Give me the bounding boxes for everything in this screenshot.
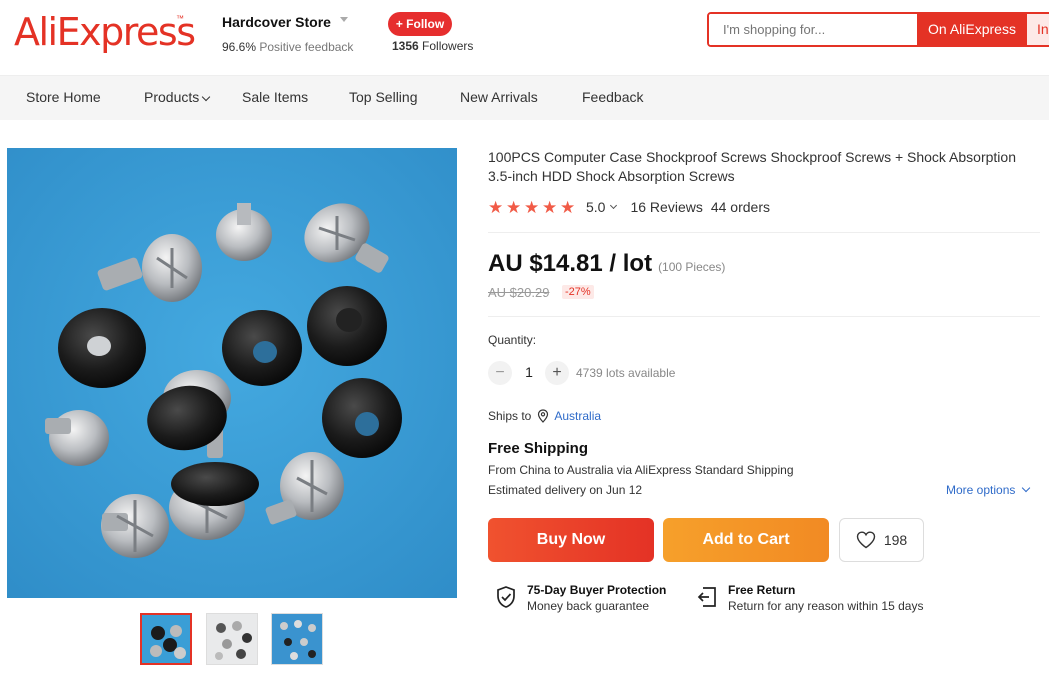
aliexpress-logo[interactable]: AliExpress	[14, 10, 196, 54]
nav-sale-items[interactable]: Sale Items	[242, 89, 308, 105]
divider	[488, 232, 1040, 233]
positive-feedback-label: Positive feedback	[259, 40, 354, 54]
search-input[interactable]	[709, 14, 917, 45]
ships-to-label: Ships to	[488, 409, 532, 423]
quantity-label: Quantity:	[488, 333, 537, 347]
buyer-protection-subtitle: Money back guarantee	[527, 599, 650, 613]
discount-badge: -27%	[562, 285, 594, 299]
thumbnail-1[interactable]	[140, 613, 192, 665]
followers-count: 1356	[392, 39, 419, 53]
quantity-decrease-button[interactable]: −	[488, 361, 512, 385]
followers: 1356 Followers	[392, 39, 473, 53]
star-icon: ★	[488, 197, 504, 217]
price-unit: (100 Pieces)	[658, 260, 726, 274]
quantity-increase-button[interactable]: +	[545, 361, 569, 385]
star-icon: ★	[506, 197, 522, 217]
free-return-title: Free Return	[728, 583, 796, 597]
star-icon: ★	[560, 197, 576, 217]
search-on-aliexpress-button[interactable]: On AliExpress	[917, 14, 1027, 45]
original-price: AU $20.29	[488, 285, 550, 300]
quantity-value[interactable]: 1	[522, 364, 536, 380]
thumbnail-2[interactable]	[206, 613, 258, 665]
buyer-protection-title: 75-Day Buyer Protection	[527, 583, 667, 597]
chevron-down-icon	[1022, 483, 1031, 493]
shield-check-icon	[497, 586, 515, 608]
search-bar: On AliExpress In	[707, 12, 1049, 47]
rating-row: ★ ★ ★ ★ ★ 5.0 16 Reviews 44 orders	[488, 198, 770, 216]
chevron-down-icon	[202, 92, 211, 102]
chevron-down-icon[interactable]	[610, 201, 618, 209]
follow-button[interactable]: + Follow	[388, 12, 452, 36]
free-return-subtitle: Return for any reason within 15 days	[728, 599, 924, 613]
buy-now-button[interactable]: Buy Now	[488, 518, 654, 562]
lots-available: 4739 lots available	[576, 366, 676, 380]
reviews-link[interactable]: 16 Reviews	[630, 199, 702, 215]
product-main-image[interactable]	[7, 148, 457, 598]
positive-feedback-pct: 96.6%	[222, 40, 257, 54]
star-icon: ★	[524, 197, 540, 217]
buyer-protection: 75-Day Buyer Protection Money back guara…	[494, 582, 666, 614]
trademark-symbol: ™	[176, 14, 184, 23]
search-in-store-button[interactable]: In	[1027, 14, 1049, 45]
return-icon	[697, 587, 716, 607]
star-rating: ★ ★ ★ ★ ★	[488, 199, 578, 216]
store-caret-icon[interactable]	[340, 17, 348, 22]
store-name[interactable]: Hardcover Store	[222, 14, 331, 30]
store-nav: Store Home Products Sale Items Top Selli…	[0, 76, 1049, 120]
location-pin-icon	[538, 409, 549, 423]
followers-label: Followers	[422, 39, 474, 53]
store-rating: 96.6% Positive feedback	[222, 40, 353, 54]
free-return: Free Return Return for any reason within…	[695, 582, 923, 614]
nav-store-home[interactable]: Store Home	[26, 89, 101, 105]
wishlist-button[interactable]: 198	[839, 518, 924, 562]
shipping-route: From China to Australia via AliExpress S…	[488, 463, 794, 477]
heart-icon	[856, 531, 876, 549]
ships-to-country[interactable]: Australia	[554, 409, 601, 423]
ships-to: Ships to Australia	[488, 409, 601, 423]
rating-value[interactable]: 5.0	[586, 199, 605, 215]
thumbnail-1-image	[142, 615, 190, 663]
nav-feedback[interactable]: Feedback	[582, 89, 643, 105]
thumbnail-3[interactable]	[271, 613, 323, 665]
price-value: AU $14.81 / lot	[488, 250, 653, 277]
shipping-title: Free Shipping	[488, 440, 589, 457]
thumbnail-2-image	[207, 614, 257, 664]
nav-new-arrivals[interactable]: New Arrivals	[460, 89, 538, 105]
thumbnail-3-image	[272, 614, 322, 664]
more-options-label: More options	[946, 483, 1016, 497]
product-photo	[7, 148, 457, 598]
nav-products-label: Products	[144, 89, 200, 105]
price: AU $14.81 / lot (100 Pieces)	[488, 250, 725, 278]
product-title: 100PCS Computer Case Shockproof Screws S…	[488, 149, 1016, 184]
wishlist-count: 198	[883, 532, 908, 548]
store-header: AliExpress ™ Hardcover Store 96.6% Posit…	[0, 0, 1049, 76]
orders-count: 44 orders	[710, 199, 770, 215]
nav-top-selling[interactable]: Top Selling	[349, 89, 418, 105]
more-shipping-options[interactable]: More options	[946, 483, 1031, 497]
estimated-delivery: Estimated delivery on Jun 12	[488, 483, 643, 497]
star-icon: ★	[542, 197, 558, 217]
nav-products[interactable]: Products	[144, 89, 211, 105]
divider	[488, 316, 1040, 317]
add-to-cart-button[interactable]: Add to Cart	[663, 518, 829, 562]
